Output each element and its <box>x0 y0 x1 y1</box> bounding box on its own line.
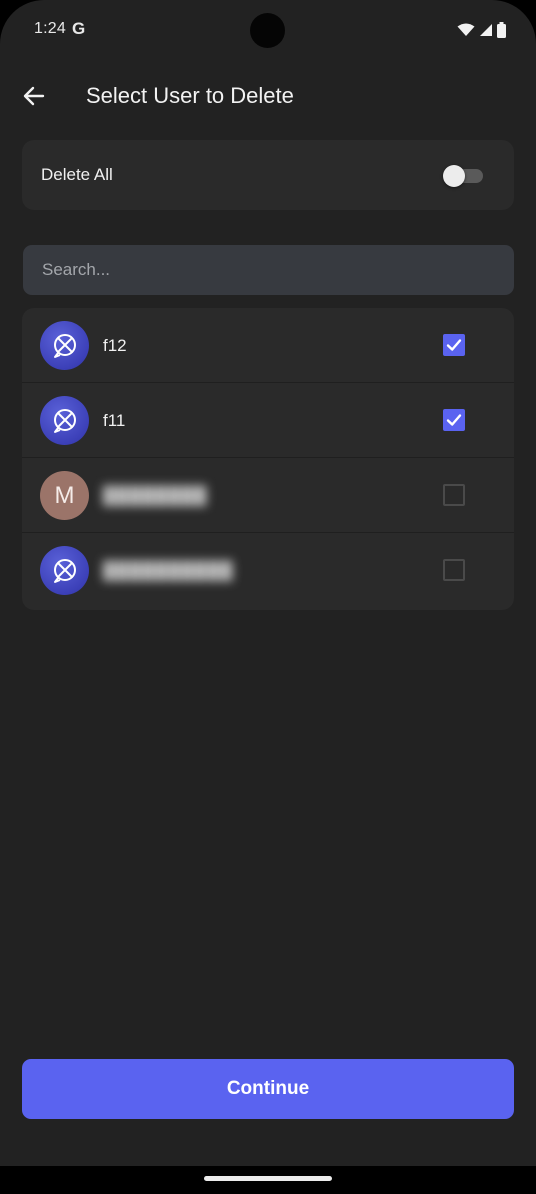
signal-icon <box>480 24 492 36</box>
checkmark-icon <box>446 414 462 426</box>
user-row[interactable]: f11 <box>22 383 514 458</box>
status-bar: 1:24 G <box>0 0 536 60</box>
home-indicator[interactable] <box>204 1176 332 1181</box>
user-avatar <box>40 321 89 370</box>
app-screen: 1:24 G Select User to Delete Delete All <box>0 0 536 1194</box>
ringcentral-logo-icon <box>53 408 76 433</box>
status-icons <box>457 20 506 40</box>
user-name-redacted: ████████ <box>103 486 208 505</box>
toggle-thumb <box>443 165 465 187</box>
arrow-left-icon <box>23 86 45 106</box>
delete-all-toggle[interactable] <box>443 165 483 187</box>
gesture-nav-bar <box>0 1166 536 1194</box>
status-time: 1:24 <box>34 20 66 37</box>
user-row[interactable]: f12 <box>22 308 514 383</box>
user-name-redacted: ██████████ <box>103 561 234 580</box>
user-avatar <box>40 396 89 445</box>
search-input[interactable] <box>23 245 514 295</box>
user-row[interactable]: M ████████ <box>22 458 514 533</box>
user-row[interactable]: ██████████ <box>22 533 514 608</box>
delete-all-row: Delete All <box>22 140 514 210</box>
user-checkbox[interactable] <box>443 559 465 581</box>
google-g-icon: G <box>72 19 86 38</box>
app-header: Select User to Delete <box>0 70 536 122</box>
user-list: f12 f11 M ████████ ██████████ <box>22 308 514 610</box>
checkmark-icon <box>446 339 462 351</box>
ringcentral-logo-icon <box>53 558 76 583</box>
user-checkbox[interactable] <box>443 409 465 431</box>
wifi-icon <box>457 23 475 36</box>
user-avatar <box>40 546 89 595</box>
camera-cutout <box>250 13 285 48</box>
back-button[interactable] <box>18 80 50 112</box>
user-name: f12 <box>103 336 127 355</box>
ringcentral-logo-icon <box>53 333 76 358</box>
delete-all-label: Delete All <box>41 165 113 184</box>
user-checkbox[interactable] <box>443 484 465 506</box>
continue-button[interactable]: Continue <box>22 1059 514 1119</box>
page-title: Select User to Delete <box>86 83 294 108</box>
user-name: f11 <box>103 411 126 430</box>
battery-icon <box>497 22 506 38</box>
user-avatar: M <box>40 471 89 520</box>
user-checkbox[interactable] <box>443 334 465 356</box>
